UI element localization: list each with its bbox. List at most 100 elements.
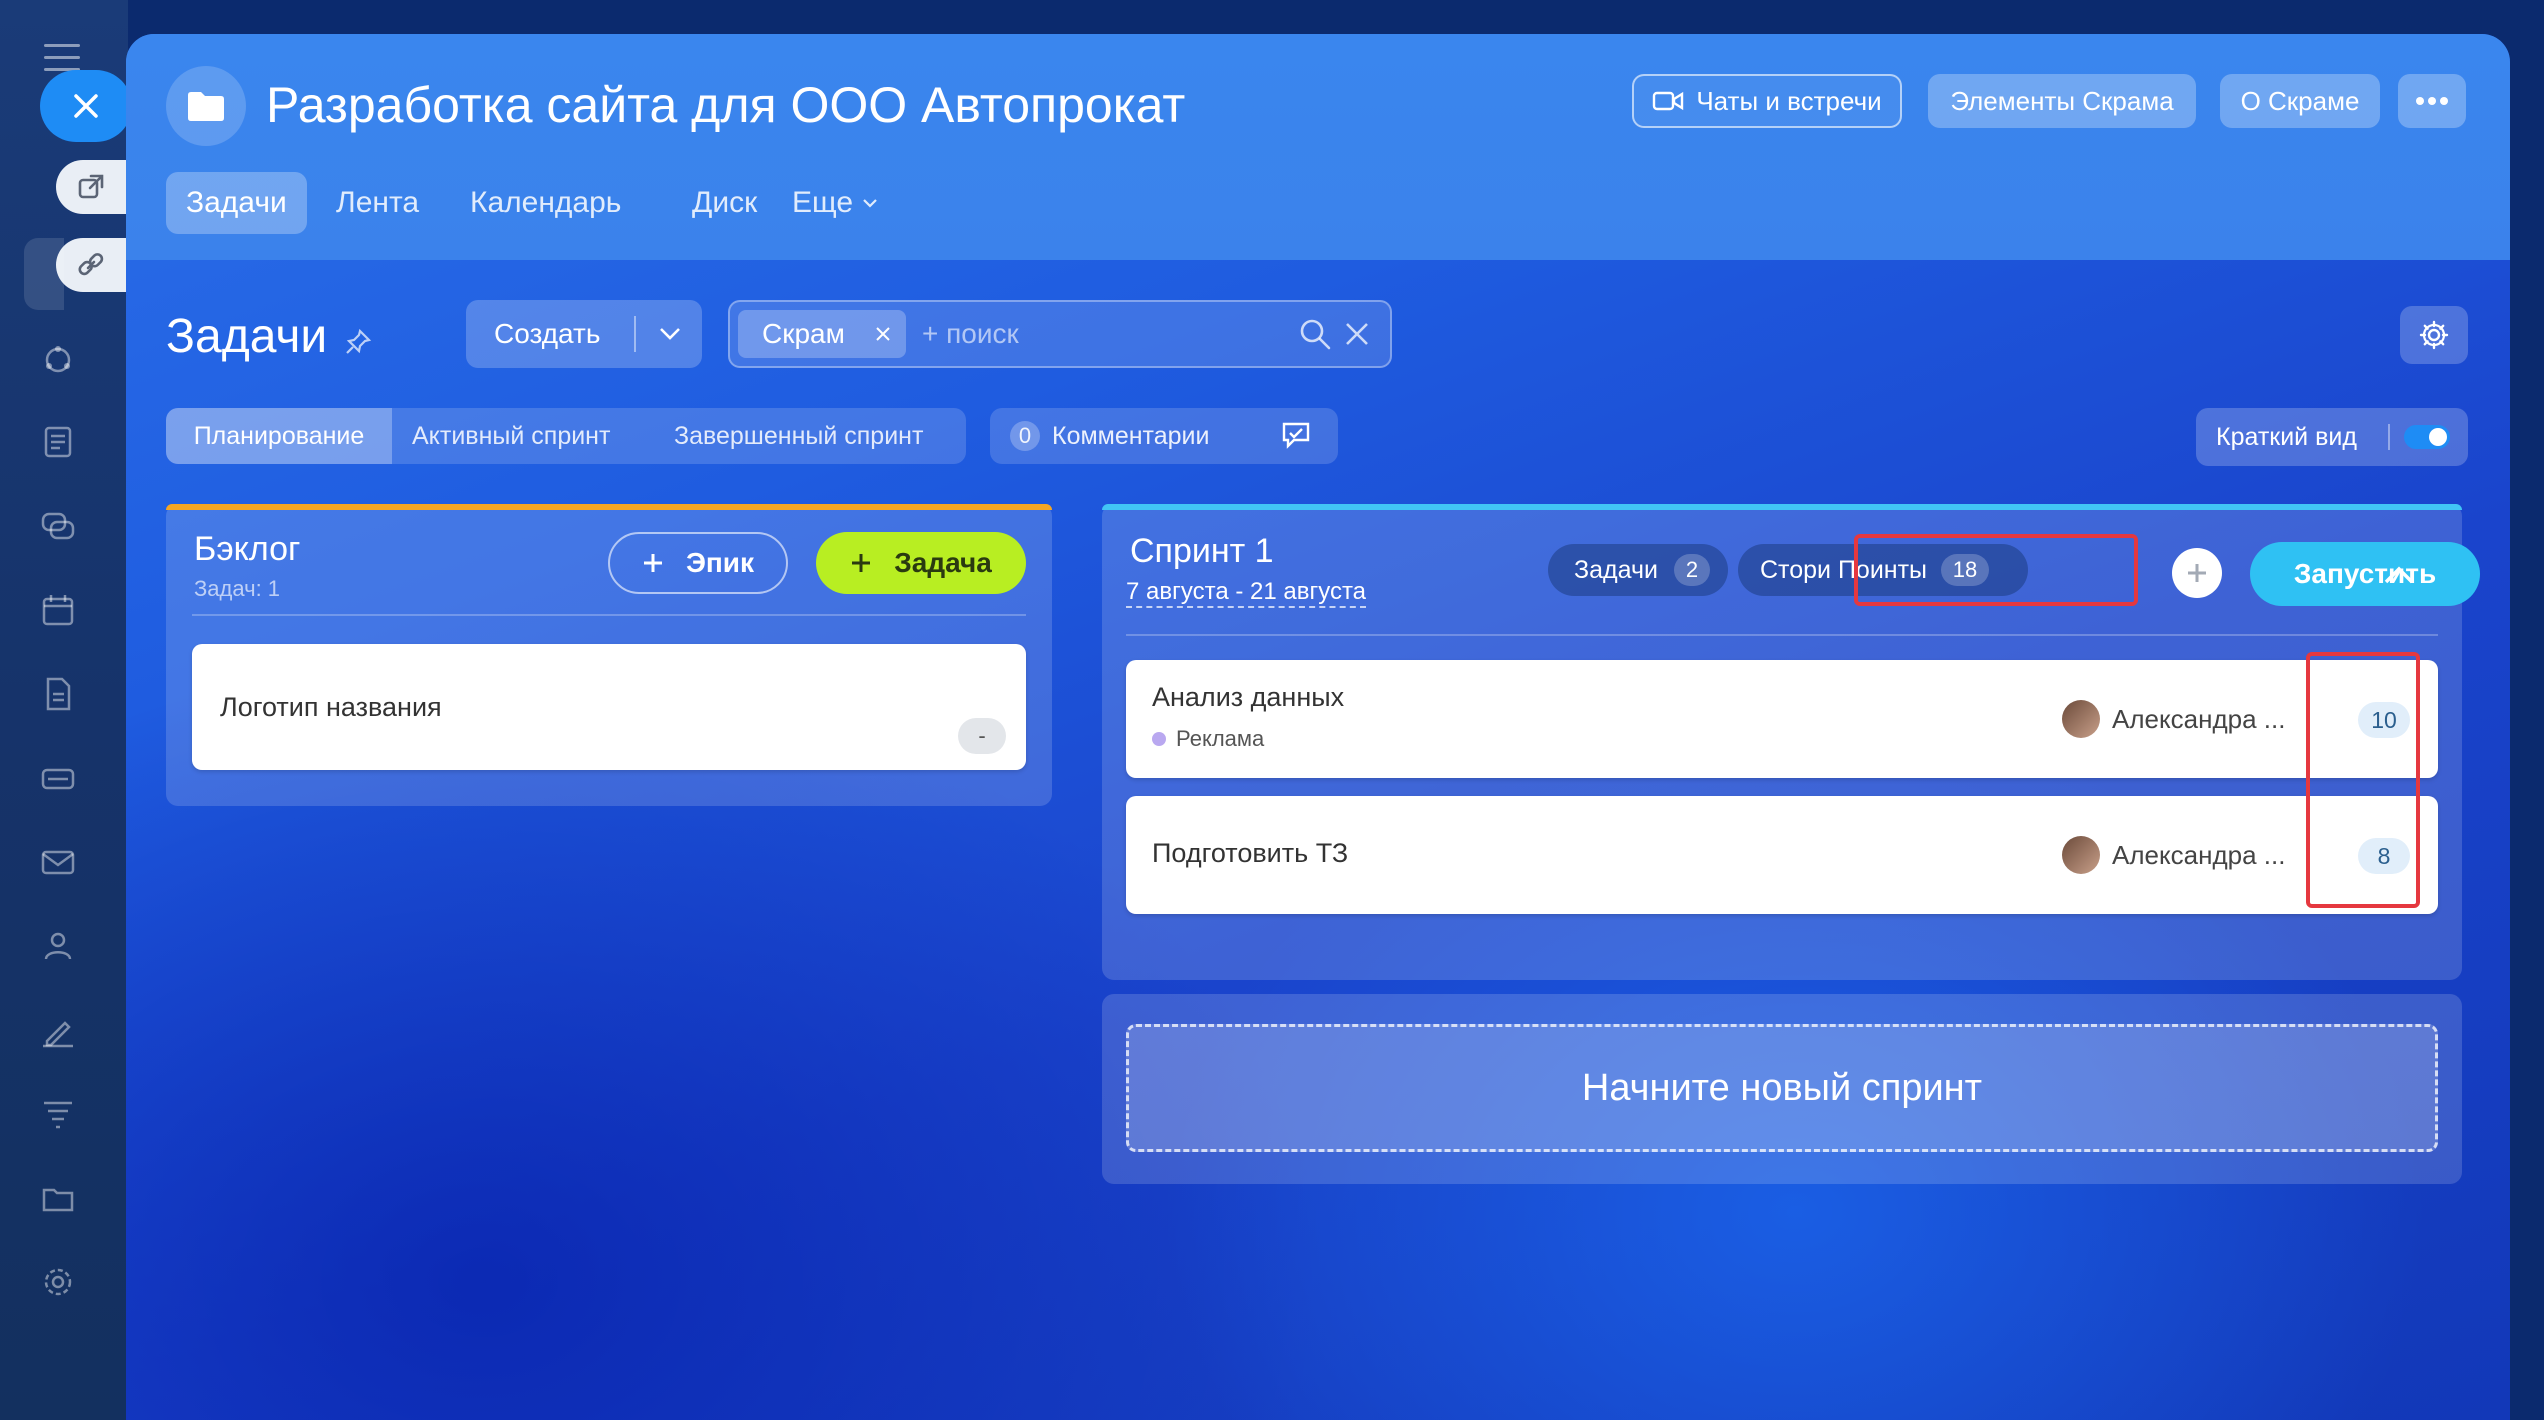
settings-icon[interactable]: [38, 1262, 88, 1312]
backlog-task-card[interactable]: Логотип названия -: [192, 644, 1026, 770]
assignee-name[interactable]: Александра ...: [2112, 840, 2285, 871]
sprint-tasks-count: 2: [1673, 554, 1710, 586]
tab-more[interactable]: Еще: [772, 172, 899, 234]
settings-button[interactable]: [2400, 306, 2468, 364]
project-window: Разработка сайта для ООО Автопрокат Чаты…: [126, 34, 2510, 1420]
tasks-icon[interactable]: [24, 238, 64, 310]
comments-count: 0: [1010, 421, 1040, 451]
sprint-panel: Спринт 1 7 августа - 21 августа Задачи 2…: [1102, 504, 2480, 980]
new-sprint-label: Начните новый спринт: [1581, 1066, 1983, 1109]
backlog-subtitle: Задач: 1: [194, 576, 281, 601]
sprint-title: Спринт 1: [1130, 532, 1274, 570]
add-task-button[interactable]: Задача: [816, 532, 1026, 594]
backlog-divider: [192, 614, 1026, 616]
filter-tag[interactable]: Скрам: [738, 310, 906, 358]
calendar-icon[interactable]: [38, 590, 88, 640]
sprint-task-card[interactable]: Анализ данных Реклама Александра ... 10: [1126, 660, 2438, 778]
close-icon[interactable]: [40, 70, 132, 142]
plus-icon: [852, 554, 871, 572]
chevron-up-icon[interactable]: [2382, 564, 2416, 586]
chats-button-label: Чаты и встречи: [1696, 85, 1882, 116]
external-link-icon[interactable]: [56, 160, 126, 214]
avatar[interactable]: [2062, 836, 2100, 874]
about-scrum-button[interactable]: О Скраме: [2220, 74, 2380, 128]
pin-icon[interactable]: [343, 327, 373, 357]
view-tab-planning-label: Планирование: [193, 421, 365, 450]
more-dots-icon: [2416, 97, 2448, 105]
tab-calendar-label: Календарь: [470, 186, 622, 219]
create-button-label: Создать: [494, 318, 601, 349]
add-epic-label: Эпик: [685, 547, 755, 578]
search-icon[interactable]: [1298, 317, 1332, 351]
avatar[interactable]: [2062, 700, 2100, 738]
clear-search-icon[interactable]: [1344, 321, 1370, 347]
comments-button[interactable]: 0 Комментарии: [990, 408, 1338, 464]
assignee-name[interactable]: Александра ...: [2112, 704, 2285, 735]
tab-calendar[interactable]: Календарь: [450, 172, 641, 234]
view-tab-completed-sprint[interactable]: Завершенный спринт: [674, 408, 923, 464]
tab-more-label: Еще: [792, 186, 854, 219]
search-bar[interactable]: Скрам + поиск: [728, 300, 1392, 368]
new-sprint-dropzone[interactable]: Начните новый спринт: [1126, 1024, 2438, 1152]
add-sprint-item-button[interactable]: [2172, 548, 2222, 598]
compact-view-toggle[interactable]: Краткий вид: [2196, 408, 2468, 466]
feed-icon[interactable]: [38, 340, 88, 390]
sprint-task-card[interactable]: Подготовить ТЗ Александра ... 8: [1126, 796, 2438, 914]
users-icon[interactable]: [38, 926, 88, 976]
comments-icon: [1282, 422, 1310, 449]
sprint-bar: [1102, 504, 2462, 510]
backlog-title: Бэклог: [194, 530, 301, 568]
create-button[interactable]: Создать: [466, 300, 702, 368]
left-sidebar: [0, 0, 132, 1420]
start-sprint-button[interactable]: Запустить: [2250, 542, 2480, 606]
story-points-badge[interactable]: -: [958, 718, 1006, 754]
plus-icon: [643, 554, 662, 572]
document-list-icon[interactable]: [38, 422, 88, 472]
story-points-highlight: [1854, 534, 2138, 606]
sign-icon[interactable]: [38, 1010, 88, 1060]
view-tab-active-sprint[interactable]: Активный спринт: [412, 408, 610, 464]
gear-icon: [2419, 320, 2449, 350]
sprint-tasks-counter: Задачи 2: [1548, 544, 1728, 596]
scrum-elements-label: Элементы Скрама: [1950, 85, 2174, 116]
task-tag-label: Реклама: [1176, 726, 1265, 751]
tab-tasks[interactable]: Задачи: [166, 172, 307, 234]
chats-button[interactable]: Чаты и встречи: [1632, 74, 1902, 128]
mail-icon[interactable]: [38, 842, 88, 892]
compact-switch[interactable]: [2404, 425, 2450, 449]
chat-icon[interactable]: [38, 506, 88, 556]
story-points-value: -: [978, 723, 986, 748]
window-header: Разработка сайта для ООО Автопрокат Чаты…: [126, 34, 2510, 260]
plus-icon: [2188, 564, 2206, 582]
add-epic-button[interactable]: Эпик: [608, 532, 788, 594]
tab-feed[interactable]: Лента: [316, 172, 439, 234]
tag-dot: [1152, 732, 1166, 746]
filter-tag-label: Скрам: [762, 318, 845, 349]
view-tab-planning[interactable]: Планирование: [166, 408, 392, 464]
tab-tasks-label: Задачи: [186, 186, 287, 219]
tab-feed-label: Лента: [336, 186, 420, 219]
tab-drive[interactable]: Диск: [672, 172, 777, 234]
more-button[interactable]: [2398, 74, 2466, 128]
new-sprint-panel: Начните новый спринт: [1102, 994, 2462, 1184]
folder-icon: [166, 66, 246, 146]
document-icon[interactable]: [38, 674, 88, 724]
remove-tag-icon[interactable]: [874, 325, 892, 343]
task-title: Подготовить ТЗ: [1152, 838, 1349, 868]
video-icon: [1653, 91, 1684, 111]
view-tabs: Планирование Активный спринт Завершенный…: [166, 408, 966, 464]
create-dropdown-icon[interactable]: [658, 326, 682, 342]
link-icon[interactable]: [56, 238, 126, 292]
task-title: Логотип названия: [220, 692, 442, 722]
drive-icon[interactable]: [38, 758, 88, 808]
folder-icon[interactable]: [38, 1178, 88, 1228]
sprint-dates[interactable]: 7 августа - 21 августа: [1126, 578, 1367, 608]
tab-drive-label: Диск: [692, 186, 758, 219]
sprint-tasks-label: Задачи: [1574, 555, 1658, 584]
filter-icon[interactable]: [38, 1094, 88, 1144]
backlog-panel: Бэклог Задач: 1 Эпик Задача Логотип назв…: [166, 504, 1052, 806]
sprint-divider: [1126, 634, 2438, 636]
search-input[interactable]: + поиск: [922, 316, 1019, 352]
task-tag[interactable]: Реклама: [1152, 726, 1264, 752]
scrum-elements-button[interactable]: Элементы Скрама: [1928, 74, 2196, 128]
